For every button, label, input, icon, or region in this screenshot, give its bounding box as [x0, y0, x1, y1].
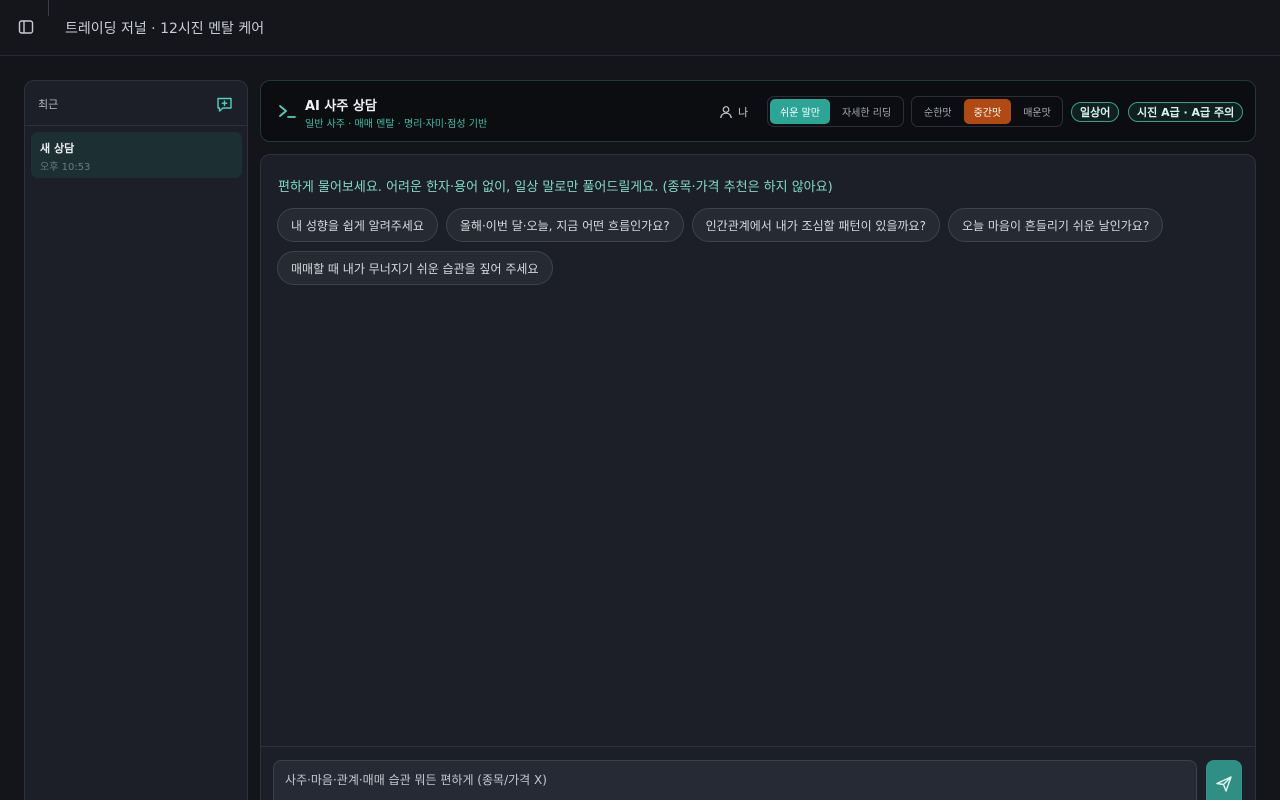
suggestion-chip[interactable]: 오늘 마음이 흔들리기 쉬운 날인가요?: [947, 208, 1164, 242]
language-badge: 일상어: [1071, 102, 1120, 122]
suggestion-chip[interactable]: 올해·이번 달·오늘, 지금 어떤 흐름인가요?: [445, 208, 684, 242]
terminal-prompt-icon: [279, 105, 296, 118]
conversation-item[interactable]: 새 상담 오후 10:53: [31, 132, 242, 178]
conversation-sidebar: 최근 새 상담 오후 10:53: [24, 80, 248, 800]
suggestion-list: 내 성향을 쉽게 알려주세요 올해·이번 달·오늘, 지금 어떤 흐름인가요? …: [277, 208, 1237, 285]
tone-option-spicy[interactable]: 매운맛: [1013, 99, 1061, 124]
suggestion-chip[interactable]: 인간관계에서 내가 조심할 패턴이 있을까요?: [691, 208, 940, 242]
new-chat-icon: [216, 97, 232, 112]
sidebar-toggle-button[interactable]: [14, 15, 38, 39]
profile-selector[interactable]: 나: [719, 103, 748, 121]
send-icon: [1216, 776, 1232, 792]
user-icon: [720, 106, 732, 119]
tone-option-medium[interactable]: 중간맛: [963, 99, 1012, 124]
chat-subtitle: 일반 사주 · 매매 멘탈 · 명리·자미·점성 기반: [305, 119, 488, 130]
profile-label: 나: [738, 106, 749, 119]
chat-panel: 편하게 물어보세요. 어려운 한자·용어 없이, 일상 말로만 풀어드릴게요. …: [260, 154, 1256, 800]
conversation-title: 새 상담: [40, 142, 75, 155]
sidebar-title: 최근: [38, 98, 59, 111]
style-option-easy[interactable]: 쉬운 말만: [770, 99, 830, 124]
chat-title: AI 사주 상담: [305, 99, 377, 114]
tone-option-mild[interactable]: 순한맛: [914, 99, 962, 124]
tone-toggle: 순한맛 중간맛 매운맛: [911, 96, 1063, 127]
suggestion-chip[interactable]: 매매할 때 내가 무너지기 쉬운 습관을 짚어 주세요: [277, 251, 553, 285]
composer-divider: [261, 746, 1255, 747]
sidebar-panel-icon: [18, 20, 34, 34]
conversation-time: 오후 10:53: [40, 162, 91, 173]
app-title: 트레이딩 저널 · 12시진 멘탈 케어: [65, 21, 265, 37]
new-chat-button[interactable]: [213, 93, 235, 115]
explanation-style-toggle: 쉬운 말만 자세한 리딩: [767, 96, 904, 127]
topbar-divider: [48, 0, 49, 16]
message-input[interactable]: [273, 760, 1197, 800]
suggestion-chip[interactable]: 내 성향을 쉽게 알려주세요: [277, 208, 438, 242]
top-bar: 트레이딩 저널 · 12시진 멘탈 케어: [0, 0, 1280, 56]
sidebar-header: 최근: [25, 81, 247, 126]
sijin-grade-badge: 시진 A급 · A급 주의: [1128, 102, 1244, 122]
send-button[interactable]: [1206, 760, 1242, 800]
chat-header: AI 사주 상담 일반 사주 · 매매 멘탈 · 명리·자미·점성 기반 나 쉬…: [260, 80, 1256, 142]
intro-message: 편하게 물어보세요. 어려운 한자·용어 없이, 일상 말로만 풀어드릴게요. …: [278, 180, 833, 195]
style-option-detailed[interactable]: 자세한 리딩: [832, 99, 901, 124]
